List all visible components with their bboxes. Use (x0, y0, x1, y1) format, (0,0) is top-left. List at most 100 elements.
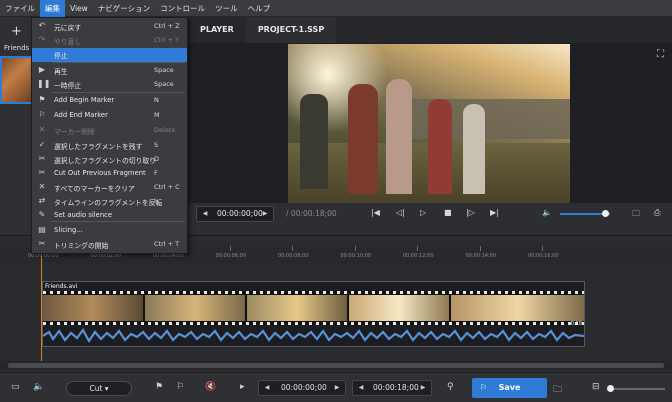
ruler-tick-label: 00:00:06;00 (215, 253, 247, 259)
audio-track-icon[interactable]: 🔈 (33, 382, 44, 392)
edit-menu-item[interactable]: ↶ 元に戻す Ctrl + Z (32, 20, 187, 34)
play-icon: ▶ (38, 65, 46, 74)
redo-icon: ↷ (38, 35, 46, 44)
menu-file[interactable]: ファイル (0, 0, 40, 17)
bottom-toolbar: ▭ 🔈 Cut ▾ ⚑ ⚐ 🔇 ▸ ◀ 00:00:00;00 ▶ ◀ 00:0… (0, 372, 672, 402)
menu-edit[interactable]: 編集 (40, 0, 65, 17)
edit-menu-item[interactable]: ✕ マーカー削除 Delete (32, 124, 187, 138)
current-time-value: 00:00:00;00 (217, 209, 263, 218)
ruler-tick (229, 246, 231, 251)
edit-menu-item[interactable]: ⚑ Add Begin Marker N (32, 94, 187, 108)
out-time-value: 00:00:18;00 (373, 383, 419, 392)
edit-menu-item[interactable]: ✓ 選択したフラグメントを残す S (32, 139, 187, 153)
marker-icon[interactable]: ▸ (240, 382, 245, 392)
volume-icon[interactable]: 🔈 (542, 208, 552, 217)
in-time-next-icon[interactable]: ▶ (331, 381, 343, 395)
time-next-icon[interactable]: ▶ (259, 207, 271, 221)
video-viewer: ⛶ (188, 43, 672, 203)
menu-tools[interactable]: ツール (210, 0, 243, 17)
edit-menu-item[interactable]: ✕ すべてのマーカーをクリア Ctrl + C (32, 181, 187, 195)
out-time-field[interactable]: ◀ 00:00:18;00 ▶ (352, 380, 432, 396)
edit-menu-item-label: マーカー削除 (54, 128, 95, 136)
mute-icon[interactable]: 🔇 (205, 382, 216, 392)
ruler-tick (417, 246, 418, 251)
edit-menu-item[interactable]: ▤ Slicing... (32, 224, 187, 238)
delete-marker-icon: ✕ (38, 125, 46, 134)
step-forward-icon[interactable]: |▷ (466, 208, 475, 217)
edit-menu-item-shortcut: Space (154, 66, 174, 74)
begin-marker-icon: ⚑ (38, 95, 46, 104)
filmstrip-icon[interactable]: ▭ (11, 382, 20, 392)
media-file-thumbnail[interactable] (0, 56, 34, 104)
current-time-field[interactable]: ◀ 00:00:00;00 ▶ (196, 206, 274, 222)
edit-menu-item[interactable]: 停止 (32, 48, 187, 62)
edit-menu-item[interactable]: ✂ トリミングの開始 Ctrl + T (32, 238, 187, 252)
undo-icon: ↶ (38, 21, 46, 30)
add-end-marker-icon[interactable]: ⚐ (176, 382, 184, 392)
play-icon[interactable]: ▷ (420, 208, 426, 217)
volume-slider[interactable] (560, 210, 610, 217)
edit-menu-item-shortcut: Ctrl + Y (154, 36, 180, 44)
menu-view[interactable]: View (65, 0, 93, 17)
in-time-prev-icon[interactable]: ◀ (261, 381, 273, 395)
slicing-icon: ▤ (38, 225, 46, 234)
edit-menu-item[interactable]: ❚❚ 一時停止 Space (32, 78, 187, 92)
clip-name: Friends.avi (45, 283, 78, 290)
edit-menu-item[interactable]: ✂ Cut Out Previous Fragment F (32, 167, 187, 181)
save-button-label: Save (498, 383, 521, 392)
ruler-tick-label: 00:00:08;00 (278, 253, 309, 259)
menu-bar: ファイル 編集 View ナビゲーション コントロール ツール ヘルプ (0, 0, 672, 17)
zoom-knob[interactable] (607, 385, 614, 392)
next-marker-icon[interactable]: ▶| (490, 208, 499, 217)
step-back-icon[interactable]: ◁| (396, 208, 405, 217)
cut-fragment-icon: ✂ (38, 154, 46, 163)
zoom-icon[interactable]: ⊟ (592, 382, 600, 392)
clip-duration: 0:18 (570, 321, 582, 327)
menu-control[interactable]: コントロール (155, 0, 210, 17)
invert-fragments-icon: ⇄ (38, 196, 46, 205)
out-time-next-icon[interactable]: ▶ (417, 381, 429, 395)
out-time-prev-icon[interactable]: ◀ (355, 381, 367, 395)
ruler-tick (292, 246, 293, 251)
edit-menu-item[interactable]: ⚐ Add End Marker M (32, 109, 187, 123)
save-button[interactable]: ⚐ Save (472, 378, 547, 398)
edit-menu-item[interactable]: ↷ やり直し Ctrl + Y (32, 34, 187, 48)
keep-fragment-icon: ✓ (38, 140, 46, 149)
add-media-icon[interactable]: + (11, 24, 22, 39)
tab-project[interactable]: PROJECT-1.SSP (245, 17, 337, 43)
folder-icon[interactable]: 🗀 (632, 208, 640, 222)
menu-navigation[interactable]: ナビゲーション (93, 0, 155, 17)
edit-menu-item[interactable]: ✂ 選択したフラグメントの切り取り D (32, 153, 187, 167)
edit-menu-item[interactable]: ▶ 再生 Space (32, 64, 187, 78)
add-begin-marker-icon[interactable]: ⚑ (155, 382, 163, 392)
edit-menu-item-shortcut: I (154, 197, 156, 205)
viewer-tabs: PLAYER PROJECT-1.SSP (188, 17, 672, 43)
menu-help[interactable]: ヘルプ (243, 0, 276, 17)
fullscreen-icon[interactable]: ⛶ (657, 49, 664, 60)
pause-icon: ❚❚ (37, 79, 51, 88)
edit-menu-item-label: タイムラインのフラグメントを反転 (54, 199, 163, 207)
ruler-tick (479, 246, 481, 251)
edit-menu-item-label: Cut Out Previous Fragment (54, 169, 146, 177)
timeline-scrollbar[interactable] (0, 361, 672, 370)
timeline-scroll-thumb[interactable] (8, 363, 664, 368)
edit-menu-item-shortcut: Ctrl + C (154, 183, 180, 191)
edit-menu-item[interactable]: ⇄ タイムラインのフラグメントを反転 I (32, 195, 187, 209)
edit-menu-item-shortcut: S (154, 141, 159, 149)
audio-waveform (43, 327, 584, 344)
zoom-slider[interactable] (607, 385, 665, 392)
snapshot-icon[interactable]: ⎙ (654, 208, 660, 218)
prev-marker-icon[interactable]: |◀ (371, 208, 380, 217)
time-prev-icon[interactable]: ◀ (199, 207, 211, 221)
open-folder-icon[interactable]: 🗀 (553, 382, 562, 398)
in-time-field[interactable]: ◀ 00:00:00;00 ▶ (258, 380, 346, 396)
video-clip[interactable]: Friends.avi 0:18 (42, 281, 585, 347)
mode-select[interactable]: Cut ▾ (66, 381, 132, 396)
clear-markers-icon: ✕ (38, 182, 46, 191)
stop-icon[interactable]: ■ (444, 208, 452, 217)
tab-player[interactable]: PLAYER (188, 17, 246, 43)
pin-icon[interactable]: ⚲ (447, 382, 454, 392)
total-time-value: 00:00:18;00 (290, 209, 337, 218)
ruler-tick-label: 00:00:10;00 (340, 253, 372, 259)
volume-knob[interactable] (602, 210, 609, 217)
